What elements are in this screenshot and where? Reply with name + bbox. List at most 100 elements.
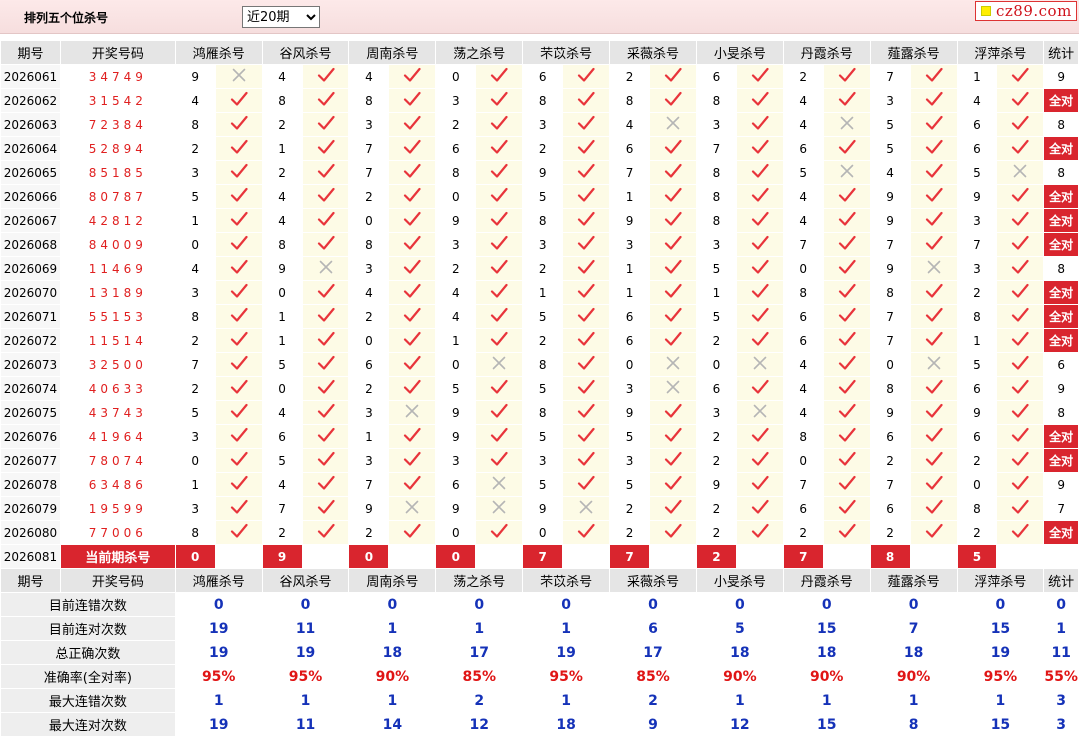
all-correct-badge: 全对: [1044, 185, 1078, 208]
check-icon: [925, 379, 943, 394]
kill-number: 3: [436, 89, 476, 112]
check-icon: [491, 91, 508, 106]
draw-number: 11514: [88, 333, 147, 348]
result-mark: [215, 449, 262, 472]
issue-number: 2026068: [1, 233, 60, 256]
kill-number: 8: [175, 521, 215, 544]
check-icon: [491, 427, 508, 442]
kill-number: 2: [696, 449, 736, 472]
kill-number: 7: [783, 473, 823, 496]
summary-value: 0: [783, 593, 870, 616]
result-mark: [736, 353, 783, 376]
summary-value: 85%: [436, 665, 523, 688]
draw-number: 19599: [88, 501, 147, 516]
check-icon: [577, 331, 595, 346]
col-header-expert: 小旻杀号: [696, 41, 783, 64]
result-mark: [910, 137, 957, 160]
kill-number: 4: [349, 281, 389, 304]
kill-number: 5: [610, 473, 649, 496]
kill-number: 3: [696, 113, 736, 136]
check-icon: [404, 259, 421, 274]
check-icon: [664, 331, 682, 346]
summary-value: 90%: [696, 665, 783, 688]
brand-text: cz89.com: [996, 2, 1072, 20]
check-icon: [317, 283, 335, 298]
check-icon: [838, 67, 856, 82]
check-icon: [925, 163, 943, 178]
kill-number: 0: [262, 377, 302, 400]
result-mark: [910, 329, 957, 352]
issue-number: 2026071: [1, 305, 60, 328]
kill-number: 3: [610, 449, 649, 472]
brand-square-icon: [981, 6, 991, 16]
kill-number: 1: [696, 281, 736, 304]
kill-number: 9: [870, 401, 910, 424]
check-icon: [317, 211, 335, 226]
check-icon: [925, 211, 943, 226]
kill-number: 3: [610, 377, 649, 400]
check-icon: [664, 163, 682, 178]
result-mark: [302, 161, 349, 184]
col-header-expert: 小旻杀号: [696, 569, 783, 592]
result-mark: [910, 497, 957, 520]
current-kill-number: 9: [262, 545, 302, 568]
check-icon: [925, 451, 943, 466]
result-mark: [389, 113, 436, 136]
result-mark: [302, 137, 349, 160]
issue-number: 2026065: [1, 161, 60, 184]
result-mark: [736, 113, 783, 136]
correct-count: 9: [1044, 65, 1078, 88]
summary-value: 0: [349, 593, 436, 616]
cross-icon: [1014, 164, 1027, 178]
period-select[interactable]: 近20期: [242, 6, 320, 28]
kill-number: 2: [696, 497, 736, 520]
result-mark: [302, 257, 349, 280]
result-mark: [389, 257, 436, 280]
col-header-stat: 统计: [1044, 569, 1078, 592]
col-header-expert: 芣苡杀号: [523, 569, 610, 592]
kill-number: 9: [436, 209, 476, 232]
check-icon: [577, 259, 595, 274]
check-icon: [317, 163, 335, 178]
check-icon: [925, 187, 943, 202]
kill-number: 1: [262, 305, 302, 328]
result-mark: [563, 425, 610, 448]
check-icon: [317, 523, 335, 538]
kill-number: 7: [349, 161, 389, 184]
result-mark: [736, 497, 783, 520]
kill-number: 5: [957, 161, 997, 184]
kill-number: 3: [523, 233, 563, 256]
check-icon: [838, 211, 856, 226]
kill-number: 7: [783, 233, 823, 256]
cross-icon: [753, 404, 767, 418]
kill-number: 3: [349, 257, 389, 280]
cross-icon: [492, 476, 506, 490]
result-mark: [476, 305, 523, 328]
kill-number: 2: [783, 521, 823, 544]
check-icon: [925, 307, 943, 322]
summary-value: 14: [349, 713, 436, 736]
check-icon: [838, 283, 856, 298]
summary-value: 0: [175, 593, 262, 616]
check-icon: [838, 475, 856, 490]
brand-logo[interactable]: cz89.com: [975, 1, 1077, 21]
check-icon: [751, 211, 769, 226]
check-icon: [838, 403, 856, 418]
kill-number: 4: [870, 161, 910, 184]
kill-number: 0: [349, 209, 389, 232]
table-row: 2026061 34749 9 4 4 0 6 2 6 2 7 1 9: [1, 65, 1078, 88]
result-mark: [736, 257, 783, 280]
kill-number: 4: [262, 473, 302, 496]
check-icon: [317, 307, 335, 322]
check-icon: [491, 331, 508, 346]
check-icon: [404, 331, 421, 346]
kill-number: 3: [175, 497, 215, 520]
check-icon: [838, 187, 856, 202]
result-mark: [215, 233, 262, 256]
result-mark: [823, 329, 870, 352]
check-icon: [491, 187, 508, 202]
kill-number: 5: [523, 425, 563, 448]
result-mark: [302, 89, 349, 112]
check-icon: [577, 403, 595, 418]
summary-value: 17: [610, 641, 696, 664]
